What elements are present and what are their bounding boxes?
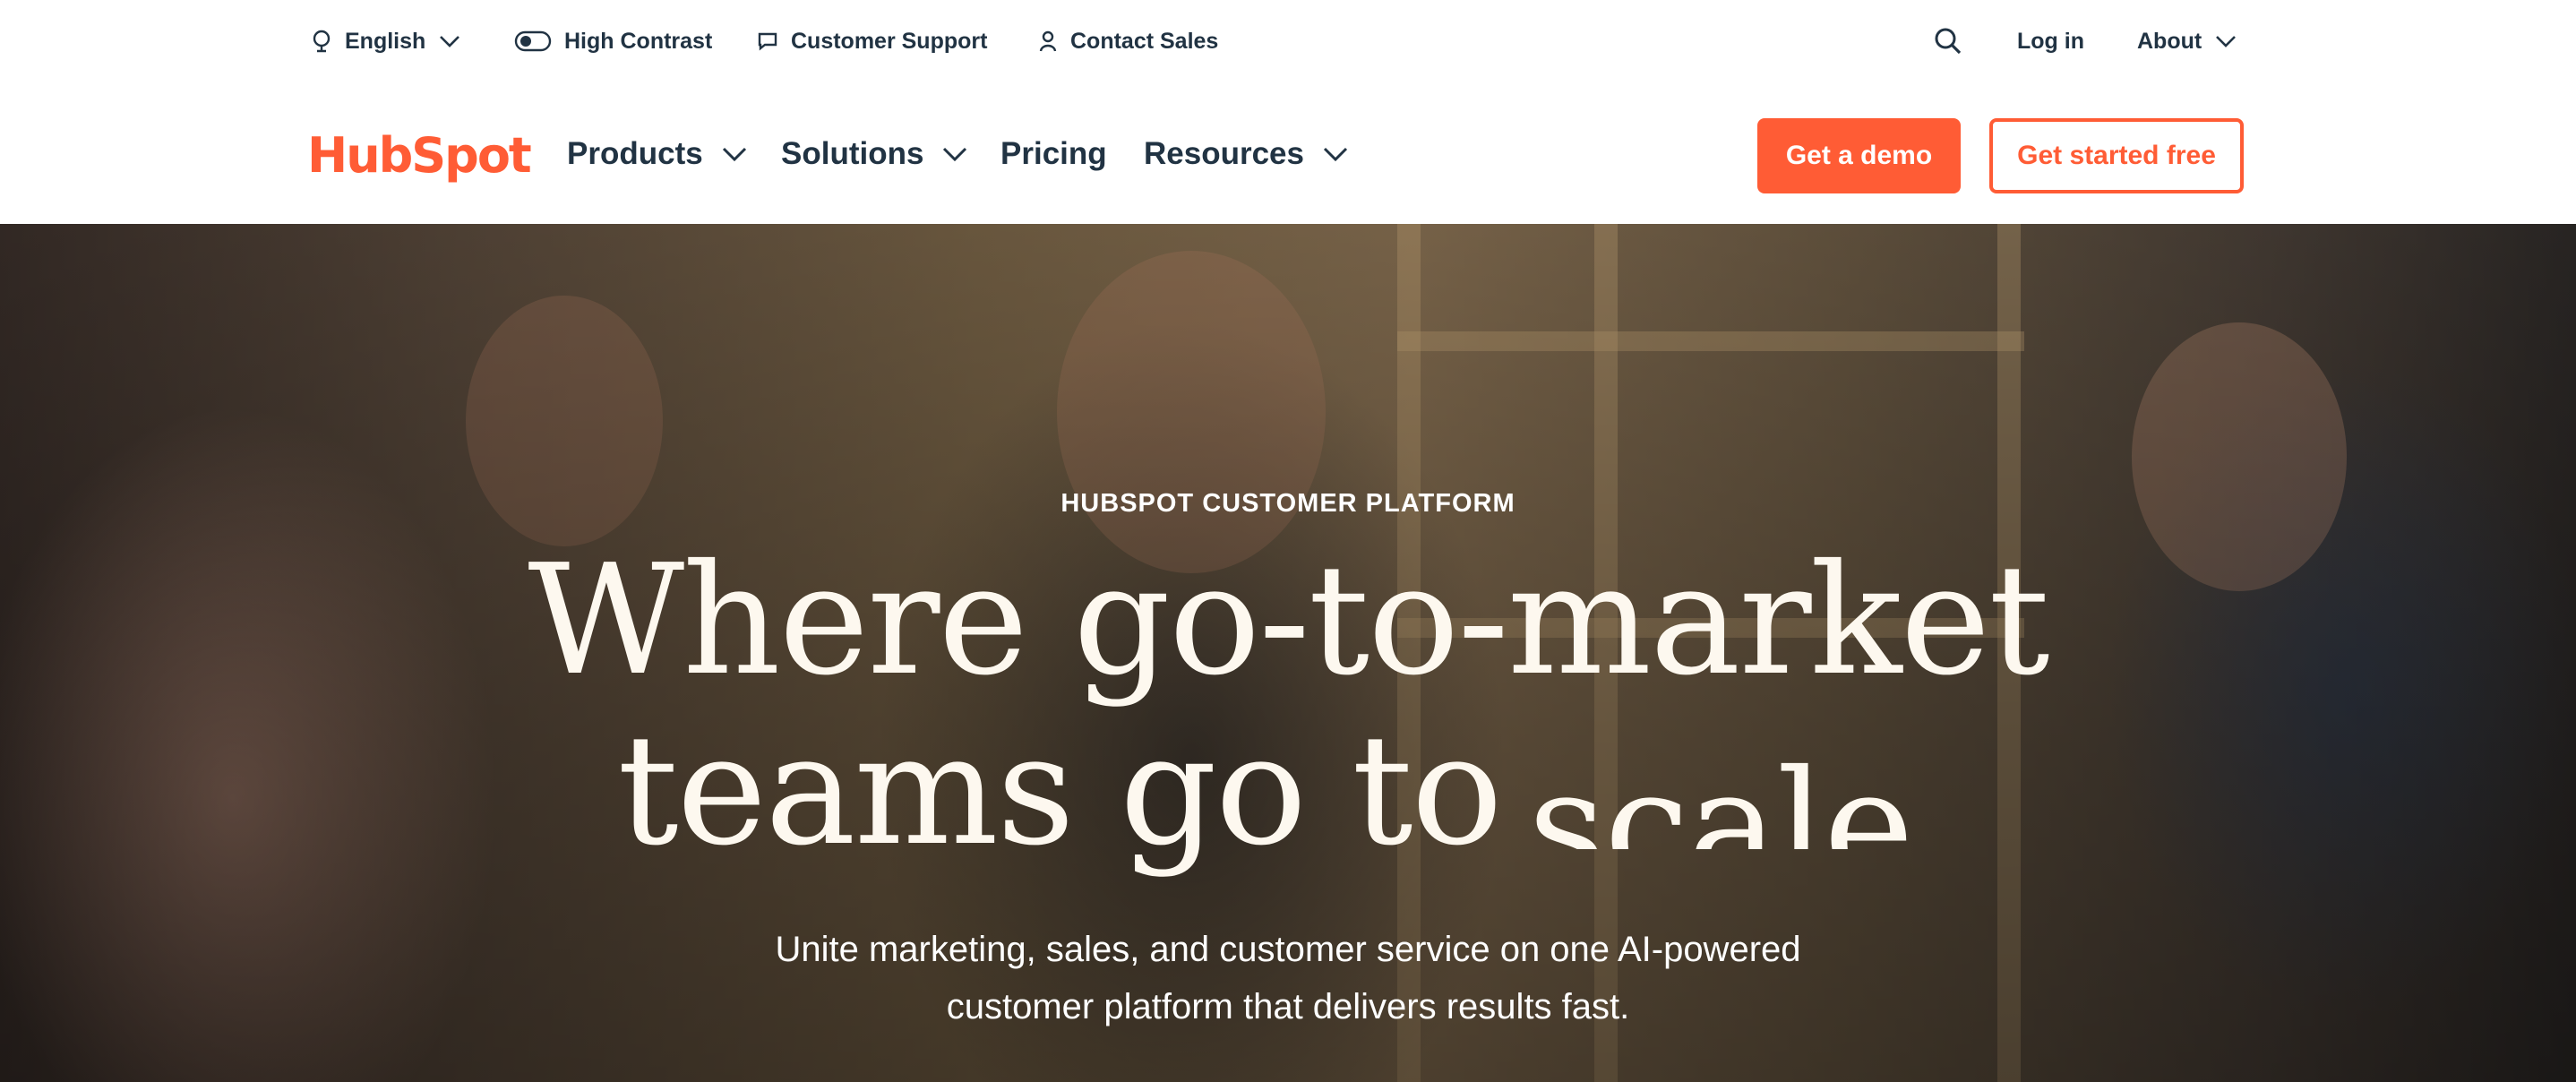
customer-support-link[interactable]: Customer Support [757,25,987,57]
about-label: About [2137,28,2202,54]
chevron-down-icon [440,36,460,47]
high-contrast-label: High Contrast [564,28,713,54]
chevron-down-icon [1323,147,1348,162]
about-menu[interactable]: About [2137,25,2237,57]
nav-item-label: Resources [1144,136,1304,171]
logo-wordmark: HubSpot [307,127,532,184]
hero-subtitle: Unite marketing, sales, and customer ser… [0,921,2576,1035]
customer-support-label: Customer Support [791,28,988,54]
toggle-icon [514,30,552,52]
nav-item-products[interactable]: Products [567,132,748,176]
globe-icon [313,30,331,53]
hubspot-logo[interactable]: HubSpot [307,127,532,184]
log-in-label: Log in [2017,28,2084,54]
hero-headline-accent: scale. [1528,715,1959,849]
hero-subtitle-line2: customer platform that delivers results … [946,987,1630,1026]
language-selector[interactable]: English [311,25,461,57]
chevron-down-icon [722,147,746,162]
person-icon [1039,30,1057,52]
high-contrast-toggle[interactable]: High Contrast [514,25,712,57]
contact-sales-link[interactable]: Contact Sales [1038,25,1218,57]
hero-accent-word: scale [1527,738,1914,849]
nav-item-resources[interactable]: Resources [1144,132,1349,176]
hero-eyebrow: HUBSPOT CUSTOMER PLATFORM [1060,489,1516,518]
search-button[interactable] [1934,25,1962,57]
hero-headline-line2: teams go to scale. [0,715,2576,867]
contact-sales-label: Contact Sales [1070,28,1219,54]
hero-headline-line1: Where go-to-market [528,532,2049,709]
hero-subtitle-line1: Unite marketing, sales, and customer ser… [775,930,1801,969]
get-started-free-button[interactable]: Get started free [1989,118,2244,193]
hero-section: HUBSPOT CUSTOMER PLATFORM Where go-to-ma… [0,224,2576,1082]
nav-item-label: Solutions [781,136,924,171]
language-label: English [345,28,426,54]
chat-icon [758,32,777,51]
utility-bar: English High Contrast Customer Support C… [0,0,2576,82]
nav-item-solutions[interactable]: Solutions [781,132,968,176]
nav-item-label: Products [567,136,703,171]
search-icon [1935,28,1962,55]
nav-item-label: Pricing [1000,136,1107,171]
main-nav: HubSpot Products Solutions Pricing Resou… [0,82,2576,224]
hero-accent-dot: . [1911,738,1959,849]
log-in-link[interactable]: Log in [2017,25,2084,57]
hero-headline-start: teams go to [617,702,1503,880]
chevron-down-icon [943,147,967,162]
nav-item-pricing[interactable]: Pricing [1000,132,1107,176]
chevron-down-icon [2216,36,2237,47]
get-demo-button[interactable]: Get a demo [1757,118,1961,193]
